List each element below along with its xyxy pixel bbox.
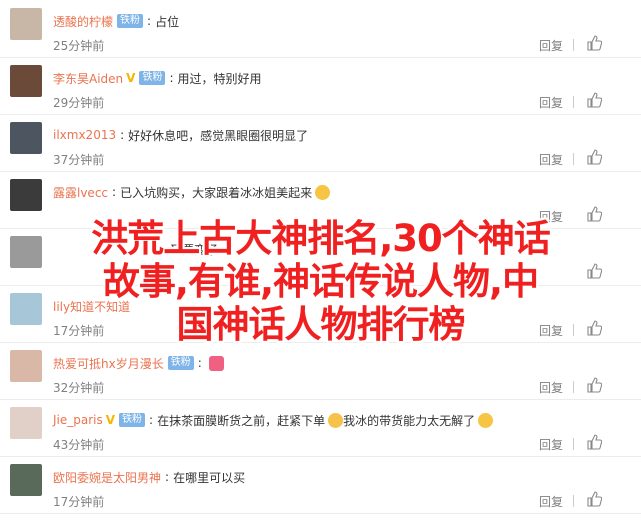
comment-time: 43分钟前 bbox=[53, 438, 105, 452]
divider bbox=[573, 153, 574, 165]
comment-text: 占位 bbox=[155, 14, 180, 29]
avatar[interactable] bbox=[10, 407, 42, 439]
avatar[interactable] bbox=[10, 8, 42, 40]
avatar[interactable] bbox=[10, 464, 42, 496]
divider bbox=[573, 381, 574, 393]
cat-emoji-icon bbox=[328, 412, 344, 428]
like-icon[interactable] bbox=[586, 35, 602, 51]
comment-time: 37分钟前 bbox=[53, 153, 105, 167]
username[interactable]: ilxmx2013 bbox=[53, 128, 116, 142]
comment-time: 25分钟前 bbox=[53, 39, 105, 53]
like-icon[interactable] bbox=[586, 491, 602, 507]
verified-badge: V bbox=[126, 71, 136, 85]
verified-badge: V bbox=[105, 413, 116, 427]
comment-text: 好好休息吧，感觉黑眼圈很明显了 bbox=[128, 128, 309, 143]
avatar[interactable] bbox=[10, 179, 42, 211]
avatar[interactable] bbox=[10, 65, 42, 97]
comment-text: 用过，特别好用 bbox=[177, 71, 262, 86]
divider bbox=[573, 438, 574, 450]
reply-button[interactable]: 回复 bbox=[539, 37, 563, 54]
grin-emoji-icon bbox=[478, 412, 494, 428]
headline-line-3: 国神话人物排行榜 bbox=[176, 303, 466, 346]
comment-text-continued: 我冰的带货能力太无解了 bbox=[343, 413, 476, 428]
grin-emoji-icon bbox=[315, 184, 331, 200]
like-icon[interactable] bbox=[586, 92, 602, 108]
comment-text: 已入坑购买，大家跟着冰冰姐美起来 bbox=[120, 185, 313, 200]
reply-button[interactable]: 回复 bbox=[539, 379, 563, 396]
reply-button[interactable]: 回复 bbox=[539, 94, 563, 111]
avatar[interactable] bbox=[10, 122, 42, 154]
comment-item: ilxmx2013 : 好好休息吧，感觉黑眼圈很明显了 37分钟前 回复 bbox=[0, 114, 641, 172]
comment-time: 17分钟前 bbox=[53, 495, 105, 509]
avatar[interactable] bbox=[10, 350, 42, 382]
fan-badge: 铁粉 bbox=[167, 356, 194, 370]
like-icon[interactable] bbox=[586, 149, 602, 165]
comment-item: Jie_paris V 铁粉 : 在抹茶面膜断货之前，赶紧下单 我冰的带货能力太… bbox=[0, 399, 641, 457]
username[interactable]: Jie_paris bbox=[53, 413, 103, 427]
username[interactable]: 欧阳委婉是太阳男神 bbox=[53, 469, 161, 486]
username[interactable]: 露露lvecc bbox=[53, 184, 108, 201]
username[interactable]: 透酸的柠檬 bbox=[53, 13, 113, 30]
divider bbox=[573, 495, 574, 507]
comment-text: 在哪里可以买 bbox=[173, 470, 246, 485]
like-icon[interactable] bbox=[586, 377, 602, 393]
reply-button[interactable]: 回复 bbox=[539, 151, 563, 168]
comment-item: 透酸的柠檬 铁粉 : 占位 25分钟前 回复 bbox=[0, 0, 641, 58]
comment-item: 李东昊Aiden V 铁粉 : 用过，特别好用 29分钟前 回复 bbox=[0, 57, 641, 115]
username[interactable]: 热爱可抵hx岁月漫长 bbox=[53, 355, 164, 372]
reply-button[interactable]: 回复 bbox=[539, 493, 563, 510]
heart-emoji-icon bbox=[208, 355, 224, 371]
comment-text: 在抹茶面膜断货之前，赶紧下单 bbox=[157, 413, 326, 428]
fan-badge: 铁粉 bbox=[117, 14, 144, 28]
divider bbox=[573, 96, 574, 108]
comment-item: 欧阳委婉是太阳男神 : 在哪里可以买 17分钟前 回复 bbox=[0, 456, 641, 514]
like-icon[interactable] bbox=[586, 434, 602, 450]
divider bbox=[573, 39, 574, 51]
comment-time: 29分钟前 bbox=[53, 96, 105, 110]
comment-time: 32分钟前 bbox=[53, 381, 105, 395]
reply-button[interactable]: 回复 bbox=[539, 436, 563, 453]
fan-badge: 铁粉 bbox=[139, 71, 166, 85]
fan-badge: 铁粉 bbox=[119, 413, 146, 427]
username[interactable]: 李东昊Aiden bbox=[53, 70, 123, 87]
comment-item: 热爱可抵hx岁月漫长 铁粉 : 32分钟前 回复 bbox=[0, 342, 641, 400]
